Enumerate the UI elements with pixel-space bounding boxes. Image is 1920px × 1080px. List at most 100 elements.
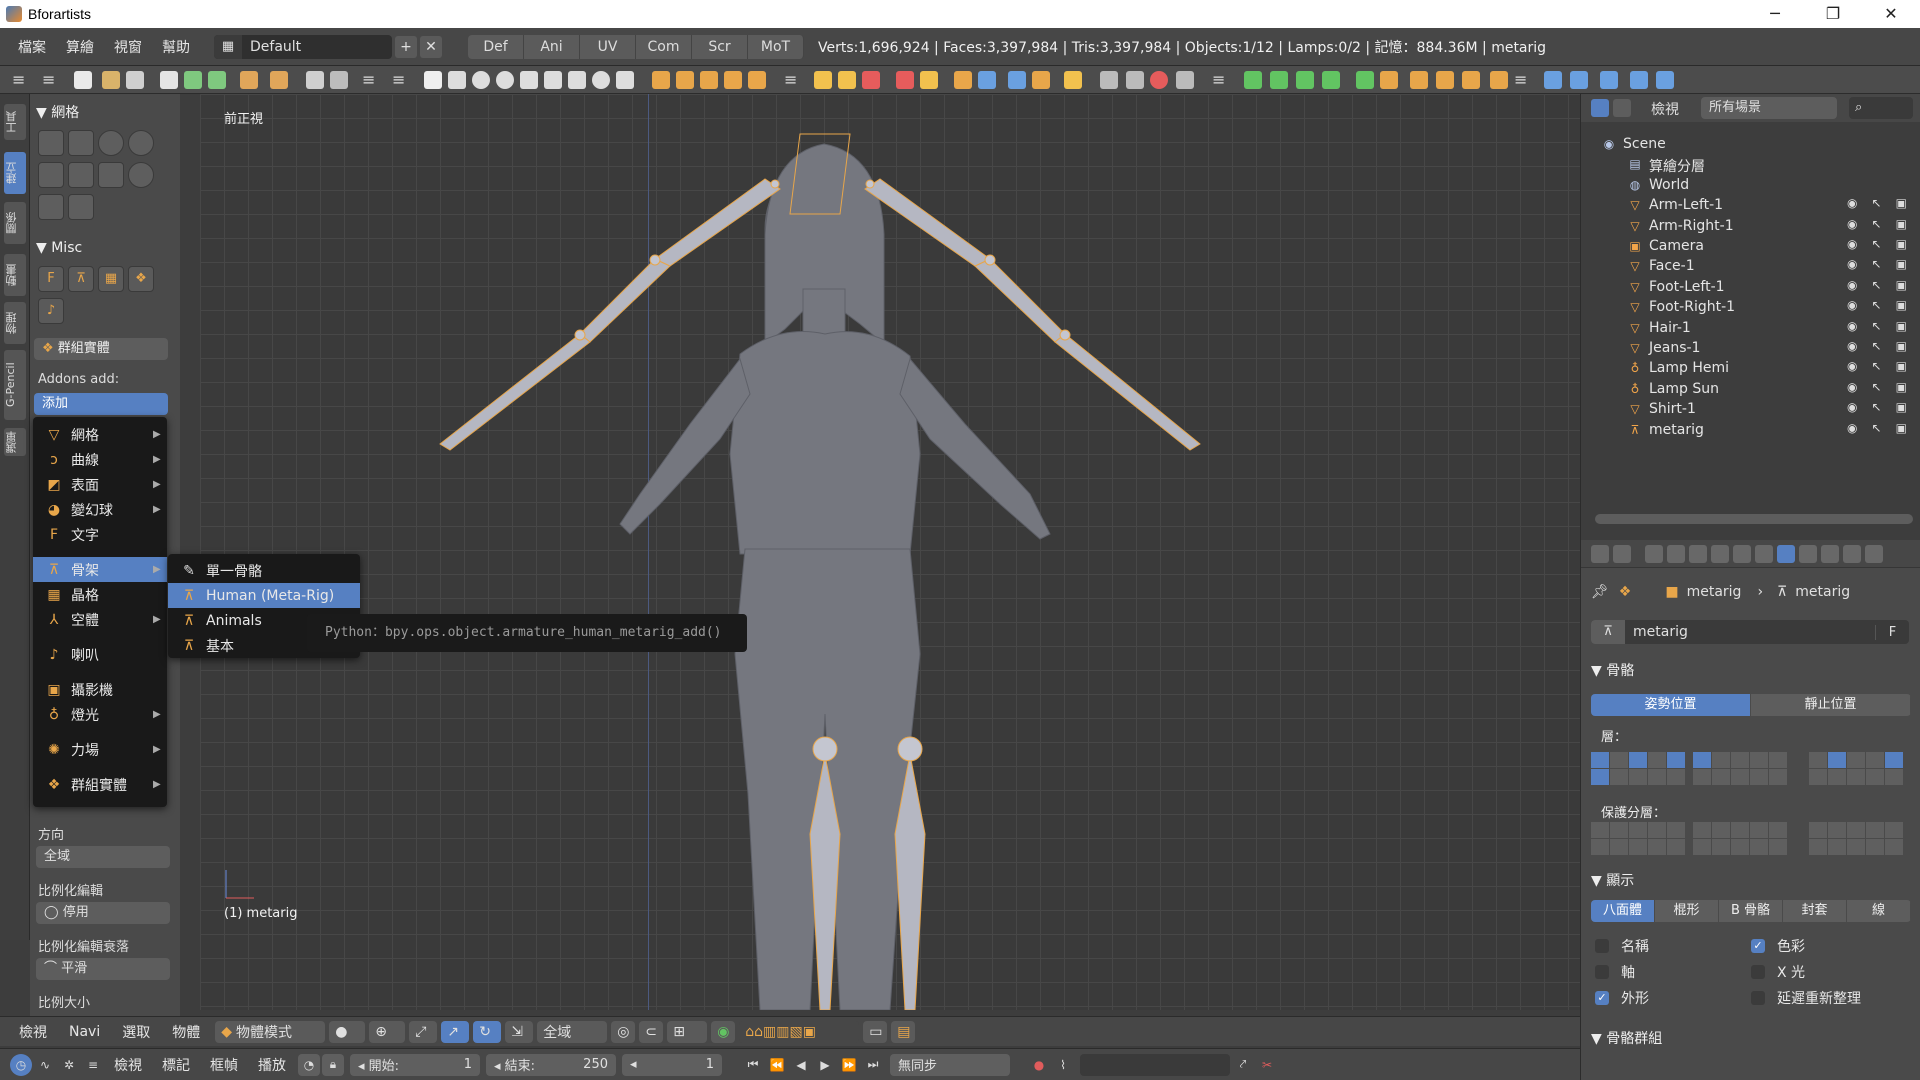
- render-camera-icon[interactable]: ▣: [1896, 339, 1907, 353]
- dopesheet-icon[interactable]: ✲: [58, 1054, 80, 1076]
- group-instance-select[interactable]: ❖ 群組實體: [34, 338, 168, 360]
- eye-icon[interactable]: ◉: [1847, 278, 1857, 292]
- menu-object[interactable]: 物體: [161, 1022, 211, 1042]
- render-layers-tab-icon[interactable]: [1667, 545, 1685, 563]
- outliner-item-name[interactable]: Lamp Hemi: [1649, 360, 1729, 376]
- render-camera-icon[interactable]: ▣: [1896, 380, 1907, 394]
- outliner-scrollbar[interactable]: [1595, 514, 1913, 524]
- add-menu-item[interactable]: ▦ 晶格: [33, 582, 167, 607]
- separate-icon[interactable]: [838, 71, 856, 89]
- mode-select[interactable]: ◆ 物體模式: [215, 1020, 326, 1043]
- cylinder-icon[interactable]: [68, 162, 94, 188]
- minimize-button[interactable]: ─: [1746, 0, 1804, 28]
- snap-icon[interactable]: [1032, 71, 1050, 89]
- render-animation-icon[interactable]: [330, 71, 348, 89]
- render-icon[interactable]: [306, 71, 324, 89]
- grid-icon[interactable]: [38, 194, 64, 220]
- delay-refresh-checkbox[interactable]: 延遲重新整理: [1751, 988, 1861, 1008]
- outliner-row[interactable]: ⊼ metarig ◉ ↖ ▣: [1581, 418, 1920, 443]
- menu-frame[interactable]: 框幀: [200, 1055, 248, 1075]
- cursor-icon[interactable]: ↖: [1872, 278, 1882, 292]
- visibility-controls[interactable]: ◉ ↖ ▣: [1847, 421, 1907, 435]
- eye-icon[interactable]: ◉: [1847, 217, 1857, 231]
- lattice-icon[interactable]: ▦: [98, 266, 124, 292]
- cursor-icon[interactable]: ↖: [1872, 319, 1882, 333]
- import-icon[interactable]: [184, 71, 202, 89]
- group-instance-icon[interactable]: ❖: [128, 266, 154, 292]
- lock-icon[interactable]: 🔒︎: [322, 1053, 344, 1076]
- visibility-controls[interactable]: ◉ ↖ ▣: [1847, 380, 1907, 394]
- tab-physics[interactable]: 物理: [4, 302, 26, 344]
- tab-motion-tracking[interactable]: MoT: [748, 34, 804, 59]
- add-grid-icon[interactable]: [616, 71, 634, 89]
- render-camera-icon[interactable]: ▣: [1896, 257, 1907, 271]
- layer-grid-b[interactable]: [1693, 752, 1787, 785]
- layer-buttons[interactable]: ⌂⌂▥▥▧▣: [739, 1020, 860, 1043]
- stick-button[interactable]: 棍形: [1655, 900, 1719, 922]
- outliner-item-name[interactable]: Face-1: [1649, 258, 1695, 274]
- keying-set-icon[interactable]: [1322, 71, 1340, 89]
- render-camera-icon[interactable]: ▣: [1896, 196, 1907, 210]
- outliner-search-input[interactable]: ⌕: [1849, 97, 1913, 119]
- cursor-icon[interactable]: ↖: [1872, 217, 1882, 231]
- bone-constraints-tab-icon[interactable]: [1821, 545, 1839, 563]
- protected-grid-c[interactable]: [1809, 822, 1903, 855]
- menu-icon[interactable]: ≡: [1514, 71, 1532, 89]
- visibility-controls[interactable]: ◉ ↖ ▣: [1847, 359, 1907, 373]
- delete-screen-button[interactable]: ✕: [420, 35, 442, 58]
- cursor-icon[interactable]: ↖: [1872, 196, 1882, 210]
- tab-grease-pencil[interactable]: G-Pencil: [4, 350, 26, 420]
- transform-icon[interactable]: [1008, 71, 1026, 89]
- visibility-controls[interactable]: ◉ ↖ ▣: [1847, 400, 1907, 414]
- list-icon[interactable]: ≡: [82, 1054, 104, 1076]
- icosphere-icon[interactable]: [38, 162, 64, 188]
- new-file-icon[interactable]: [74, 71, 92, 89]
- sync-select[interactable]: 無同步: [890, 1053, 1010, 1076]
- cursor-icon[interactable]: ↖: [1872, 380, 1882, 394]
- add-armature-icon[interactable]: [676, 71, 694, 89]
- menu-marker[interactable]: 標記: [152, 1055, 200, 1075]
- add-screen-button[interactable]: +: [395, 35, 417, 58]
- menu-render[interactable]: 算繪: [56, 37, 104, 57]
- object-tab-icon[interactable]: [1733, 545, 1751, 563]
- menu-window[interactable]: 視窗: [104, 37, 152, 57]
- visibility-controls[interactable]: ◉ ↖ ▣: [1847, 196, 1907, 210]
- eye-icon[interactable]: ◉: [1847, 196, 1857, 210]
- join-icon[interactable]: [814, 71, 832, 89]
- recent-files-icon[interactable]: [126, 71, 144, 89]
- delete-objects-icon[interactable]: [896, 71, 914, 89]
- open-folder-icon[interactable]: [102, 71, 120, 89]
- visibility-controls[interactable]: ◉ ↖ ▣: [1847, 237, 1907, 251]
- visibility-controls[interactable]: ◉ ↖ ▣: [1847, 278, 1907, 292]
- add-menu-item[interactable]: ◕ 變幻球 ▶: [33, 497, 167, 522]
- menu-navigation[interactable]: Navi: [58, 1024, 111, 1040]
- duplicate-icon[interactable]: [862, 71, 880, 89]
- tab-create[interactable]: 建立: [4, 152, 26, 194]
- plane-icon[interactable]: [38, 130, 64, 156]
- keyframe-icon[interactable]: [1244, 71, 1262, 89]
- rotate-toggle[interactable]: ↻: [473, 1020, 502, 1043]
- outliner-item-name[interactable]: Arm-Right-1: [1649, 218, 1734, 234]
- add-menu-item[interactable]: ▽ 網格 ▶: [33, 422, 167, 447]
- orientation-select[interactable]: 全域: [537, 1020, 608, 1043]
- menu-icon[interactable]: ≡: [362, 71, 380, 89]
- outliner-item-name[interactable]: World: [1649, 177, 1689, 193]
- render-camera-icon[interactable]: ▣: [1896, 421, 1907, 435]
- clear-parent-icon[interactable]: [978, 71, 996, 89]
- visibility-controls[interactable]: ◉ ↖ ▣: [1847, 298, 1907, 312]
- add-text-icon[interactable]: [652, 71, 670, 89]
- display-type-toggle[interactable]: 八面體 棍形 B 骨骼 封套 線: [1591, 900, 1911, 922]
- outliner-filter-select[interactable]: 所有場景: [1701, 97, 1837, 119]
- start-frame-field[interactable]: ◂ 開始: 1: [350, 1053, 480, 1076]
- menu-help[interactable]: 幫助: [152, 37, 200, 57]
- add-menu-item[interactable]: ◩ 表面 ▶: [33, 472, 167, 497]
- menu-icon[interactable]: ≡: [392, 71, 410, 89]
- eye-icon[interactable]: ◉: [1847, 421, 1857, 435]
- play-reverse-icon[interactable]: ◀: [790, 1054, 812, 1076]
- link-icon[interactable]: [240, 71, 258, 89]
- eye-icon[interactable]: ◉: [1847, 339, 1857, 353]
- graph-icon[interactable]: ∿: [34, 1054, 56, 1076]
- motion-path-icon[interactable]: [1410, 71, 1428, 89]
- keying-icon[interactable]: ⌇: [1052, 1054, 1074, 1076]
- speaker-icon[interactable]: ♪: [38, 298, 64, 324]
